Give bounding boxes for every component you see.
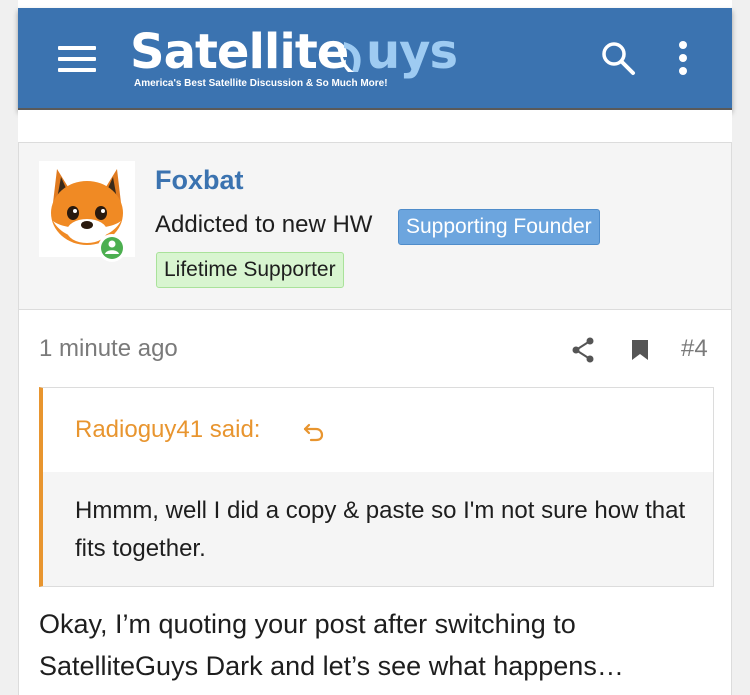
header-spacer [18, 110, 732, 140]
satellite-dish-logo-icon [340, 42, 361, 72]
menu-bar [58, 46, 96, 50]
menu-bar [58, 57, 96, 61]
lifetime-supporter-badge: Lifetime Supporter [156, 252, 344, 288]
quote-text: Hmmm, well I did a copy & paste so I'm n… [75, 497, 686, 562]
quote-header: Radioguy41 said: [43, 388, 713, 472]
post-user-block: Foxbat Addicted to new HW Supporting Fou… [19, 143, 731, 310]
post-author-username[interactable]: Foxbat [155, 165, 244, 196]
logo-word-primary: Satellite [130, 24, 349, 80]
jump-to-quote-icon[interactable] [303, 420, 325, 442]
search-icon[interactable] [600, 40, 636, 76]
quoted-post: Radioguy41 said: Hmmm, well I did a copy… [39, 387, 714, 587]
share-icon[interactable] [571, 337, 595, 363]
post-timestamp[interactable]: 1 minute ago [39, 335, 178, 363]
post-message: Okay, I’m quoting your post after switch… [39, 609, 624, 681]
left-gutter [0, 0, 18, 695]
page: Satellite uys America's Best Satellite D… [0, 0, 750, 695]
hamburger-menu-icon[interactable] [58, 46, 96, 72]
app-header: Satellite uys America's Best Satellite D… [18, 8, 732, 110]
logo-tagline: America's Best Satellite Discussion & So… [134, 78, 388, 89]
bookmark-icon[interactable] [631, 339, 649, 361]
supporting-founder-badge: Supporting Founder [398, 209, 600, 245]
right-gutter [732, 0, 750, 695]
menu-bar [58, 68, 96, 72]
forum-post: Foxbat Addicted to new HW Supporting Fou… [18, 142, 732, 695]
user-title: Addicted to new HW [155, 211, 373, 238]
online-status-icon [98, 234, 126, 262]
quote-author-link[interactable]: Radioguy41 said: [75, 416, 260, 444]
post-number-link[interactable]: #4 [681, 335, 708, 363]
site-logo[interactable]: Satellite uys America's Best Satellite D… [130, 24, 475, 94]
more-vertical-icon[interactable] [676, 40, 690, 76]
logo-word-secondary: uys [366, 24, 458, 80]
